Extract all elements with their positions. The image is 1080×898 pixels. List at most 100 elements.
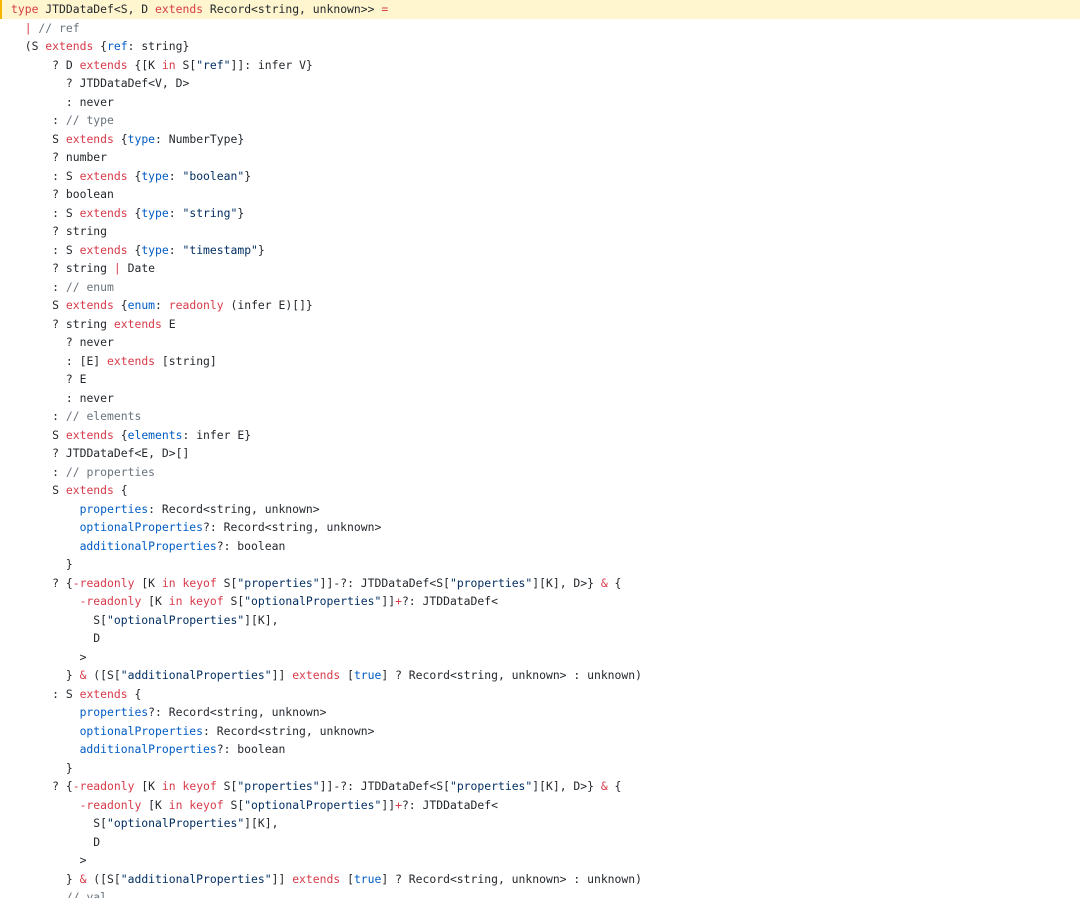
code-token: ? boolean: [52, 187, 114, 201]
code-line[interactable]: ? never: [0, 333, 1080, 352]
code-token: [: [340, 871, 354, 886]
code-token: extends: [65, 483, 114, 497]
code-line[interactable]: : // type: [0, 111, 1080, 130]
code-line[interactable]: ? JTDDataDef<E, D>[]: [0, 444, 1080, 463]
code-token: in: [161, 57, 176, 72]
code-line[interactable]: (S extends {ref: string}: [0, 37, 1080, 56]
code-line[interactable]: : never: [0, 389, 1080, 408]
code-line[interactable]: properties?: Record<string, unknown>: [0, 703, 1080, 722]
code-line[interactable]: ? boolean: [0, 185, 1080, 204]
code-token: type: [127, 131, 156, 146]
code-line[interactable]: ? string | Date: [0, 259, 1080, 278]
code-line[interactable]: D: [0, 629, 1080, 648]
code-line[interactable]: ? {-readonly [K in keyof S["properties"]…: [0, 574, 1080, 593]
code-token: "ref": [196, 57, 231, 72]
code-line[interactable]: : S extends {type: "timestamp"}: [0, 241, 1080, 260]
code-line[interactable]: } & ([S["additionalProperties"]] extends…: [0, 870, 1080, 889]
code-line[interactable]: D: [0, 833, 1080, 852]
code-line[interactable]: ? D extends {[K in S["ref"]]: infer V}: [0, 56, 1080, 75]
code-token: : never: [65, 390, 114, 405]
code-token: optionalProperties: [79, 520, 204, 534]
code-line[interactable]: ? number: [0, 148, 1080, 167]
code-token: : never: [65, 94, 114, 109]
code-token: &: [600, 779, 608, 793]
code-token: keyof: [182, 779, 217, 793]
code-line[interactable]: >: [0, 648, 1080, 667]
code-line[interactable]: ? E: [0, 370, 1080, 389]
code-line[interactable]: -readonly [K in keyof S["optionalPropert…: [0, 796, 1080, 815]
code-line[interactable]: -readonly [K in keyof S["optionalPropert…: [0, 592, 1080, 611]
code-line[interactable]: S extends {enum: readonly (infer E)[]}: [0, 296, 1080, 315]
code-token: }: [237, 205, 245, 220]
code-token: extends: [79, 686, 128, 701]
code-line[interactable]: : S extends {: [0, 685, 1080, 704]
code-line[interactable]: S extends {: [0, 481, 1080, 500]
code-line[interactable]: | // ref: [0, 19, 1080, 38]
code-token: (infer E)[]}: [223, 298, 313, 312]
code-token: }: [65, 668, 80, 682]
code-token: "properties": [237, 779, 320, 793]
code-token: extends: [292, 668, 341, 682]
code-token: =: [381, 2, 389, 16]
code-line[interactable]: // val: [0, 888, 1080, 898]
code-line[interactable]: } & ([S["additionalProperties"]] extends…: [0, 666, 1080, 685]
code-line[interactable]: S["optionalProperties"][K],: [0, 814, 1080, 833]
code-token: ? {: [52, 575, 73, 590]
code-token: ? string: [52, 261, 114, 275]
code-token: : S: [52, 242, 80, 257]
code-line[interactable]: optionalProperties: Record<string, unkno…: [0, 722, 1080, 741]
code-token: |: [113, 261, 121, 275]
code-line[interactable]: : never: [0, 93, 1080, 112]
code-line[interactable]: ? string: [0, 222, 1080, 241]
code-token: -readonly: [72, 575, 135, 590]
code-token: {: [127, 242, 142, 257]
code-token: extends: [79, 205, 128, 220]
code-token: ?: JTDDataDef<: [401, 594, 498, 608]
code-line[interactable]: : S extends {type: "string"}: [0, 204, 1080, 223]
code-editor[interactable]: type JTDDataDef<S, D extends Record<stri…: [0, 0, 1080, 898]
code-line[interactable]: additionalProperties?: boolean: [0, 740, 1080, 759]
code-line[interactable]: S extends {elements: infer E}: [0, 426, 1080, 445]
code-token: ] ? Record<string, unknown> : unknown): [381, 668, 642, 682]
code-token: S[: [223, 594, 245, 608]
code-line[interactable]: : [E] extends [string]: [0, 352, 1080, 371]
code-token: : string}: [127, 39, 190, 53]
code-token: :: [52, 464, 66, 479]
code-token: {: [113, 427, 128, 442]
code-line[interactable]: : // properties: [0, 463, 1080, 482]
code-line[interactable]: >: [0, 851, 1080, 870]
code-line[interactable]: ? {-readonly [K in keyof S["properties"]…: [0, 777, 1080, 796]
code-token: type: [141, 168, 169, 183]
code-line[interactable]: ? string extends E: [0, 315, 1080, 334]
code-line[interactable]: optionalProperties?: Record<string, unkn…: [0, 518, 1080, 537]
code-token: |: [24, 20, 32, 35]
code-token: ? string: [52, 316, 114, 331]
code-token: : infer E}: [182, 427, 252, 442]
code-line[interactable]: type JTDDataDef<S, D extends Record<stri…: [0, 0, 1080, 19]
code-line[interactable]: : // enum: [0, 278, 1080, 297]
code-token: extends: [155, 2, 204, 16]
code-token: keyof: [182, 575, 217, 590]
code-line[interactable]: S["optionalProperties"][K],: [0, 611, 1080, 630]
code-line[interactable]: }: [0, 759, 1080, 778]
code-line[interactable]: S extends {type: NumberType}: [0, 130, 1080, 149]
code-line[interactable]: }: [0, 555, 1080, 574]
code-token: type: [141, 242, 169, 257]
code-token: S[: [216, 575, 238, 590]
code-token: {: [127, 205, 142, 220]
code-line[interactable]: additionalProperties?: boolean: [0, 537, 1080, 556]
code-line[interactable]: properties: Record<string, unknown>: [0, 500, 1080, 519]
code-line[interactable]: ? JTDDataDef<V, D>: [0, 74, 1080, 93]
code-line[interactable]: : S extends {type: "boolean"}: [0, 167, 1080, 186]
code-line[interactable]: : // elements: [0, 407, 1080, 426]
